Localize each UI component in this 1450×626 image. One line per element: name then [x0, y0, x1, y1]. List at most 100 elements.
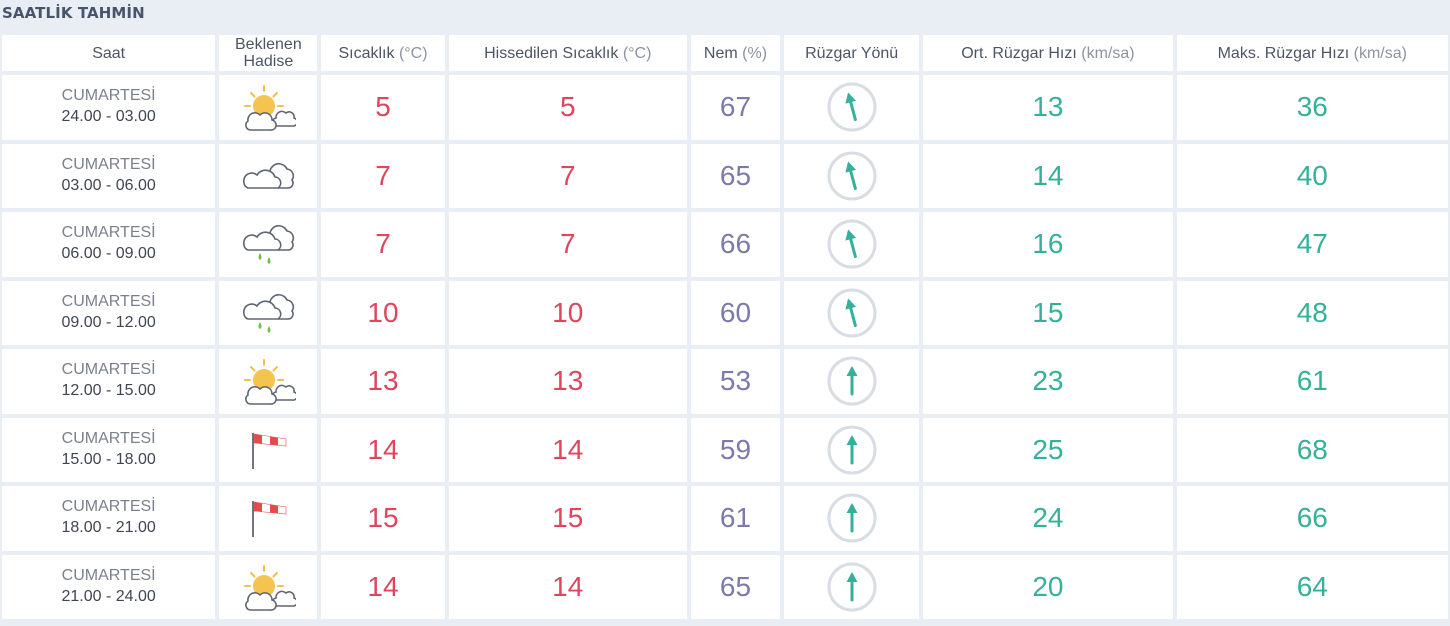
- day-label: CUMARTESİ: [61, 498, 156, 516]
- temperature-value: 14: [367, 570, 399, 602]
- day-label: CUMARTESİ: [61, 87, 156, 105]
- max-wind-value: 40: [1296, 159, 1328, 191]
- header-max-wind-speed: Maks. Rüzgar Hızı (km/sa): [1176, 35, 1448, 71]
- temperature-cell: 14: [321, 417, 445, 482]
- max-wind-cell: 61: [1176, 349, 1448, 414]
- max-wind-value: 64: [1296, 570, 1328, 602]
- feels-like-value: 7: [559, 159, 576, 191]
- wind-direction-cell: [784, 212, 920, 277]
- humidity-cell: 61: [690, 486, 781, 551]
- max-wind-cell: 40: [1176, 143, 1448, 208]
- header-wind-direction: Rüzgar Yönü: [784, 35, 920, 71]
- wind-direction-cell: [784, 349, 920, 414]
- table-row: CUMARTESİ 06.00 - 09.00 7 7 66 16 47: [2, 212, 1448, 277]
- windsock-icon: [240, 493, 296, 543]
- humidity-cell: 66: [690, 212, 781, 277]
- avg-wind-cell: 15: [923, 280, 1173, 345]
- table-row: CUMARTESİ 21.00 - 24.00 14 14 65 20 64: [2, 554, 1448, 619]
- wind-direction-arrow-icon: [826, 81, 878, 133]
- humidity-cell: 59: [690, 417, 781, 482]
- wind-direction-arrow-icon: [826, 492, 878, 544]
- day-label: CUMARTESİ: [61, 429, 156, 447]
- day-label: CUMARTESİ: [61, 224, 156, 242]
- cloudy-icon: [240, 151, 296, 201]
- max-wind-value: 47: [1296, 228, 1328, 260]
- event-cell: [219, 280, 318, 345]
- header-feels-like: Hissedilen Sıcaklık (°C): [448, 35, 687, 71]
- time-range: 24.00 - 03.00: [61, 108, 156, 126]
- humidity-value: 65: [719, 570, 752, 602]
- wind-direction-cell: [784, 486, 920, 551]
- humidity-cell: 60: [690, 280, 781, 345]
- table-row: CUMARTESİ 18.00 - 21.00 15 15 61 24 66: [2, 486, 1448, 551]
- time-cell: CUMARTESİ 15.00 - 18.00: [2, 417, 216, 482]
- rain-cloud-icon: [240, 219, 296, 269]
- avg-wind-value: 14: [1032, 159, 1064, 191]
- max-wind-cell: 36: [1176, 75, 1448, 140]
- time-cell: CUMARTESİ 03.00 - 06.00: [2, 143, 216, 208]
- avg-wind-cell: 13: [923, 75, 1173, 140]
- temperature-value: 13: [367, 365, 399, 397]
- temperature-cell: 7: [321, 212, 445, 277]
- feels-like-cell: 7: [448, 212, 687, 277]
- humidity-cell: 65: [690, 554, 781, 619]
- wind-direction-cell: [784, 417, 920, 482]
- time-range: 06.00 - 09.00: [61, 245, 156, 263]
- day-label: CUMARTESİ: [61, 566, 156, 584]
- feels-like-cell: 15: [448, 486, 687, 551]
- feels-like-value: 14: [552, 433, 584, 465]
- temperature-cell: 14: [321, 554, 445, 619]
- humidity-value: 61: [719, 502, 752, 534]
- time-range: 09.00 - 12.00: [61, 313, 156, 331]
- humidity-value: 66: [719, 228, 752, 260]
- time-range: 03.00 - 06.00: [61, 176, 156, 194]
- max-wind-value: 61: [1296, 365, 1328, 397]
- wind-direction-cell: [784, 280, 920, 345]
- wind-direction-arrow-icon: [826, 424, 878, 476]
- avg-wind-value: 24: [1032, 502, 1064, 534]
- wind-direction-arrow-icon: [826, 355, 878, 407]
- feels-like-value: 15: [552, 502, 584, 534]
- feels-like-value: 10: [552, 296, 584, 328]
- time-cell: CUMARTESİ 12.00 - 15.00: [2, 349, 216, 414]
- temperature-cell: 7: [321, 143, 445, 208]
- feels-like-value: 14: [552, 570, 584, 602]
- rain-cloud-icon: [240, 288, 296, 338]
- wind-direction-cell: [784, 554, 920, 619]
- table-row: CUMARTESİ 15.00 - 18.00 14 14 59 25 68: [2, 417, 1448, 482]
- avg-wind-value: 16: [1032, 228, 1064, 260]
- feels-like-value: 13: [552, 365, 584, 397]
- temperature-cell: 15: [321, 486, 445, 551]
- windsock-icon: [240, 425, 296, 475]
- page-title: SAATLİK TAHMİN: [2, 4, 145, 22]
- event-cell: [219, 349, 318, 414]
- temperature-value: 7: [375, 159, 391, 191]
- feels-like-value: 5: [559, 91, 576, 123]
- avg-wind-cell: 23: [923, 349, 1173, 414]
- header-event: Beklenen Hadise: [219, 35, 318, 71]
- feels-like-cell: 14: [448, 417, 687, 482]
- time-cell: CUMARTESİ 09.00 - 12.00: [2, 280, 216, 345]
- humidity-cell: 65: [690, 143, 781, 208]
- event-cell: [219, 486, 318, 551]
- header-humidity: Nem (%): [690, 35, 781, 71]
- temperature-value: 5: [375, 91, 391, 123]
- time-cell: CUMARTESİ 24.00 - 03.00: [2, 75, 216, 140]
- time-cell: CUMARTESİ 21.00 - 24.00: [2, 554, 216, 619]
- event-cell: [219, 212, 318, 277]
- time-range: 12.00 - 15.00: [61, 382, 156, 400]
- avg-wind-value: 23: [1032, 365, 1064, 397]
- time-cell: CUMARTESİ 18.00 - 21.00: [2, 486, 216, 551]
- time-cell: CUMARTESİ 06.00 - 09.00: [2, 212, 216, 277]
- wind-direction-arrow-icon: [826, 150, 878, 202]
- max-wind-cell: 64: [1176, 554, 1448, 619]
- temperature-value: 15: [367, 502, 399, 534]
- table-row: CUMARTESİ 24.00 - 03.00 5 5 67 13 36: [2, 75, 1448, 140]
- humidity-value: 53: [719, 365, 752, 397]
- wind-direction-cell: [784, 75, 920, 140]
- humidity-cell: 67: [690, 75, 781, 140]
- avg-wind-cell: 14: [923, 143, 1173, 208]
- time-range: 18.00 - 21.00: [61, 519, 156, 537]
- max-wind-cell: 48: [1176, 280, 1448, 345]
- event-cell: [219, 75, 318, 140]
